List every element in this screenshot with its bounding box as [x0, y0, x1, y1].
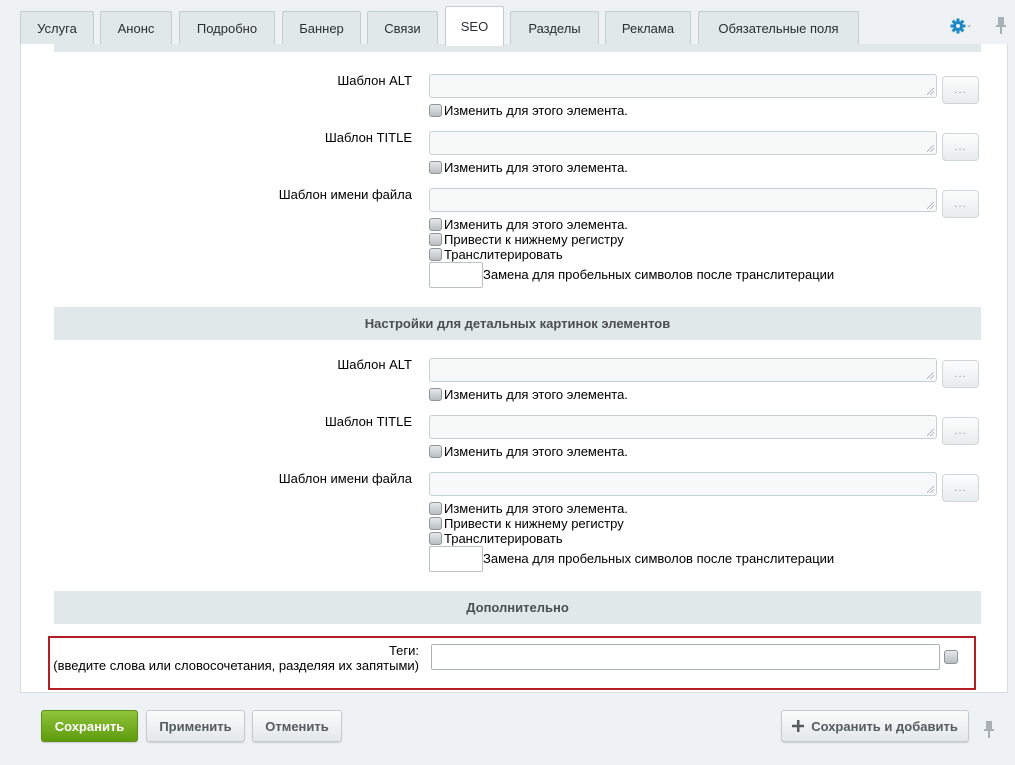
- checkbox[interactable]: [429, 388, 442, 401]
- detail-alt-template-field[interactable]: [429, 358, 937, 382]
- detail-filename-change-checkbox-row[interactable]: Изменить для этого элемента.: [429, 501, 628, 516]
- save-button[interactable]: Сохранить: [41, 710, 138, 742]
- tab-details[interactable]: Подробно: [179, 11, 275, 44]
- checkbox[interactable]: [429, 532, 442, 545]
- tab-label: Реклама: [621, 20, 675, 36]
- detail-transliterate-checkbox-row[interactable]: Транслитерировать: [429, 531, 563, 546]
- alt-template-insert-button[interactable]: ...: [942, 76, 979, 104]
- checkbox-label: Транслитерировать: [444, 247, 563, 262]
- detail-filename-template-field[interactable]: [429, 472, 937, 496]
- tab-links[interactable]: Связи: [367, 11, 438, 44]
- detail-space-replacement-input[interactable]: [429, 546, 483, 572]
- detail-filename-template-insert-button[interactable]: ...: [942, 474, 979, 502]
- checkbox-label: Привести к нижнему регистру: [444, 232, 624, 247]
- tags-label-title: Теги:: [388, 643, 419, 658]
- checkbox-label: Привести к нижнему регистру: [444, 516, 624, 531]
- tab-label: Связи: [384, 20, 421, 36]
- filename-template-label: Шаблон имени файла: [278, 187, 412, 202]
- tab-sections[interactable]: Разделы: [510, 11, 599, 44]
- filename-change-checkbox-row[interactable]: Изменить для этого элемента.: [429, 217, 628, 232]
- tab-label: Подробно: [196, 20, 258, 36]
- checkbox-label: Изменить для этого элемента.: [444, 160, 628, 175]
- tags-label: Теги: (введите слова или словосочетания,…: [53, 643, 419, 673]
- detail-title-change-checkbox-row[interactable]: Изменить для этого элемента.: [429, 444, 628, 459]
- section-header-strip: [54, 44, 981, 52]
- detail-alt-template-insert-button[interactable]: ...: [942, 360, 979, 388]
- tags-label-hint: (введите слова или словосочетания, разде…: [53, 658, 419, 673]
- checkbox-label: Изменить для этого элемента.: [444, 501, 628, 516]
- checkbox[interactable]: [429, 517, 442, 530]
- title-template-label: Шаблон TITLE: [324, 414, 412, 429]
- tab-seo[interactable]: SEO: [445, 6, 504, 46]
- checkbox[interactable]: [429, 161, 442, 174]
- pin-icon[interactable]: [983, 720, 995, 740]
- tab-banner[interactable]: Баннер: [282, 11, 361, 44]
- tags-row-highlight: Теги: (введите слова или словосочетания,…: [48, 636, 976, 690]
- tab-bar: Услуга Анонс Подробно Баннер Связи SEO Р…: [0, 0, 1015, 46]
- pin-icon[interactable]: [994, 16, 1008, 36]
- detail-lowercase-checkbox-row[interactable]: Привести к нижнему регистру: [429, 516, 624, 531]
- tab-label: Обязательные поля: [718, 20, 839, 36]
- cancel-button[interactable]: Отменить: [252, 710, 342, 742]
- title-template-insert-button[interactable]: ...: [942, 133, 979, 161]
- space-replacement-label: Замена для пробельных символов после тра…: [483, 267, 835, 282]
- tab-announce[interactable]: Анонс: [100, 11, 172, 44]
- checkbox-label: Изменить для этого элемента.: [444, 387, 628, 402]
- space-replacement-input[interactable]: [429, 262, 483, 288]
- alt-template-field[interactable]: [429, 74, 937, 98]
- checkbox[interactable]: [429, 502, 442, 515]
- alt-template-label: Шаблон ALT: [337, 73, 412, 88]
- form-footer: Сохранить Применить Отменить Сохранить и…: [0, 692, 1015, 765]
- tab-label: Услуга: [37, 20, 77, 36]
- tab-label: Анонс: [117, 20, 155, 36]
- detail-title-template-field[interactable]: [429, 415, 937, 439]
- title-template-label: Шаблон TITLE: [324, 130, 412, 145]
- tab-service[interactable]: Услуга: [20, 11, 94, 44]
- detail-alt-change-checkbox-row[interactable]: Изменить для этого элемента.: [429, 387, 628, 402]
- title-change-checkbox-row[interactable]: Изменить для этого элемента.: [429, 160, 628, 175]
- additional-section-title: Дополнительно: [54, 591, 981, 624]
- checkbox[interactable]: [429, 248, 442, 261]
- checkbox[interactable]: [429, 445, 442, 458]
- tab-label: Разделы: [528, 20, 581, 36]
- save-and-add-button[interactable]: Сохранить и добавить: [781, 710, 969, 742]
- filename-template-label: Шаблон имени файла: [278, 471, 412, 486]
- tab-label: SEO: [460, 19, 489, 34]
- checkbox[interactable]: [429, 233, 442, 246]
- alt-change-checkbox-row[interactable]: Изменить для этого элемента.: [429, 103, 628, 118]
- save-and-add-label: Сохранить и добавить: [811, 718, 958, 734]
- plus-icon: [792, 720, 805, 732]
- checkbox-label: Изменить для этого элемента.: [444, 444, 628, 459]
- transliterate-checkbox-row[interactable]: Транслитерировать: [429, 247, 563, 262]
- title-template-field[interactable]: [429, 131, 937, 155]
- checkbox-label: Изменить для этого элемента.: [444, 217, 628, 232]
- checkbox[interactable]: [429, 218, 442, 231]
- detail-images-section-title: Настройки для детальных картинок элемент…: [54, 307, 981, 340]
- tags-checkbox[interactable]: [944, 650, 958, 664]
- detail-space-replacement-label: Замена для пробельных символов после тра…: [483, 551, 835, 566]
- seo-panel: Шаблон ALT ... Изменить для этого элемен…: [20, 44, 1008, 693]
- detail-title-template-insert-button[interactable]: ...: [942, 417, 979, 445]
- tab-label: Баннер: [299, 20, 344, 36]
- alt-template-label: Шаблон ALT: [337, 357, 412, 372]
- checkbox-label: Изменить для этого элемента.: [444, 103, 628, 118]
- filename-template-field[interactable]: [429, 188, 937, 212]
- checkbox-label: Транслитерировать: [444, 531, 563, 546]
- tab-required-fields[interactable]: Обязательные поля: [698, 11, 859, 44]
- gear-icon[interactable]: [950, 17, 972, 35]
- tags-input[interactable]: [431, 644, 940, 670]
- checkbox[interactable]: [429, 104, 442, 117]
- tab-advertising[interactable]: Реклама: [605, 11, 691, 44]
- lowercase-checkbox-row[interactable]: Привести к нижнему регистру: [429, 232, 624, 247]
- filename-template-insert-button[interactable]: ...: [942, 190, 979, 218]
- apply-button[interactable]: Применить: [146, 710, 245, 742]
